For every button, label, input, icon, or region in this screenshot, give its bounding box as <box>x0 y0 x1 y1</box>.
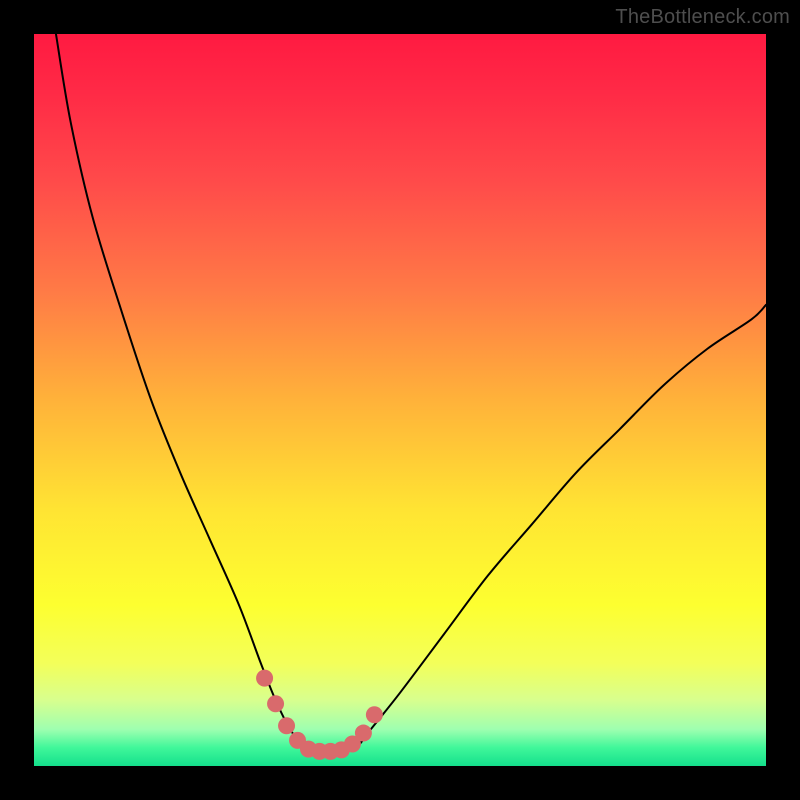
highlight-dot <box>267 695 284 712</box>
chart-svg <box>34 34 766 766</box>
highlight-dot <box>355 725 372 742</box>
watermark-text: TheBottleneck.com <box>615 6 790 29</box>
highlight-dot <box>256 670 273 687</box>
chart-frame: TheBottleneck.com <box>0 0 800 800</box>
gradient-background <box>34 34 766 766</box>
highlight-dot <box>366 706 383 723</box>
plot-area <box>34 34 766 766</box>
highlight-dot <box>278 717 295 734</box>
